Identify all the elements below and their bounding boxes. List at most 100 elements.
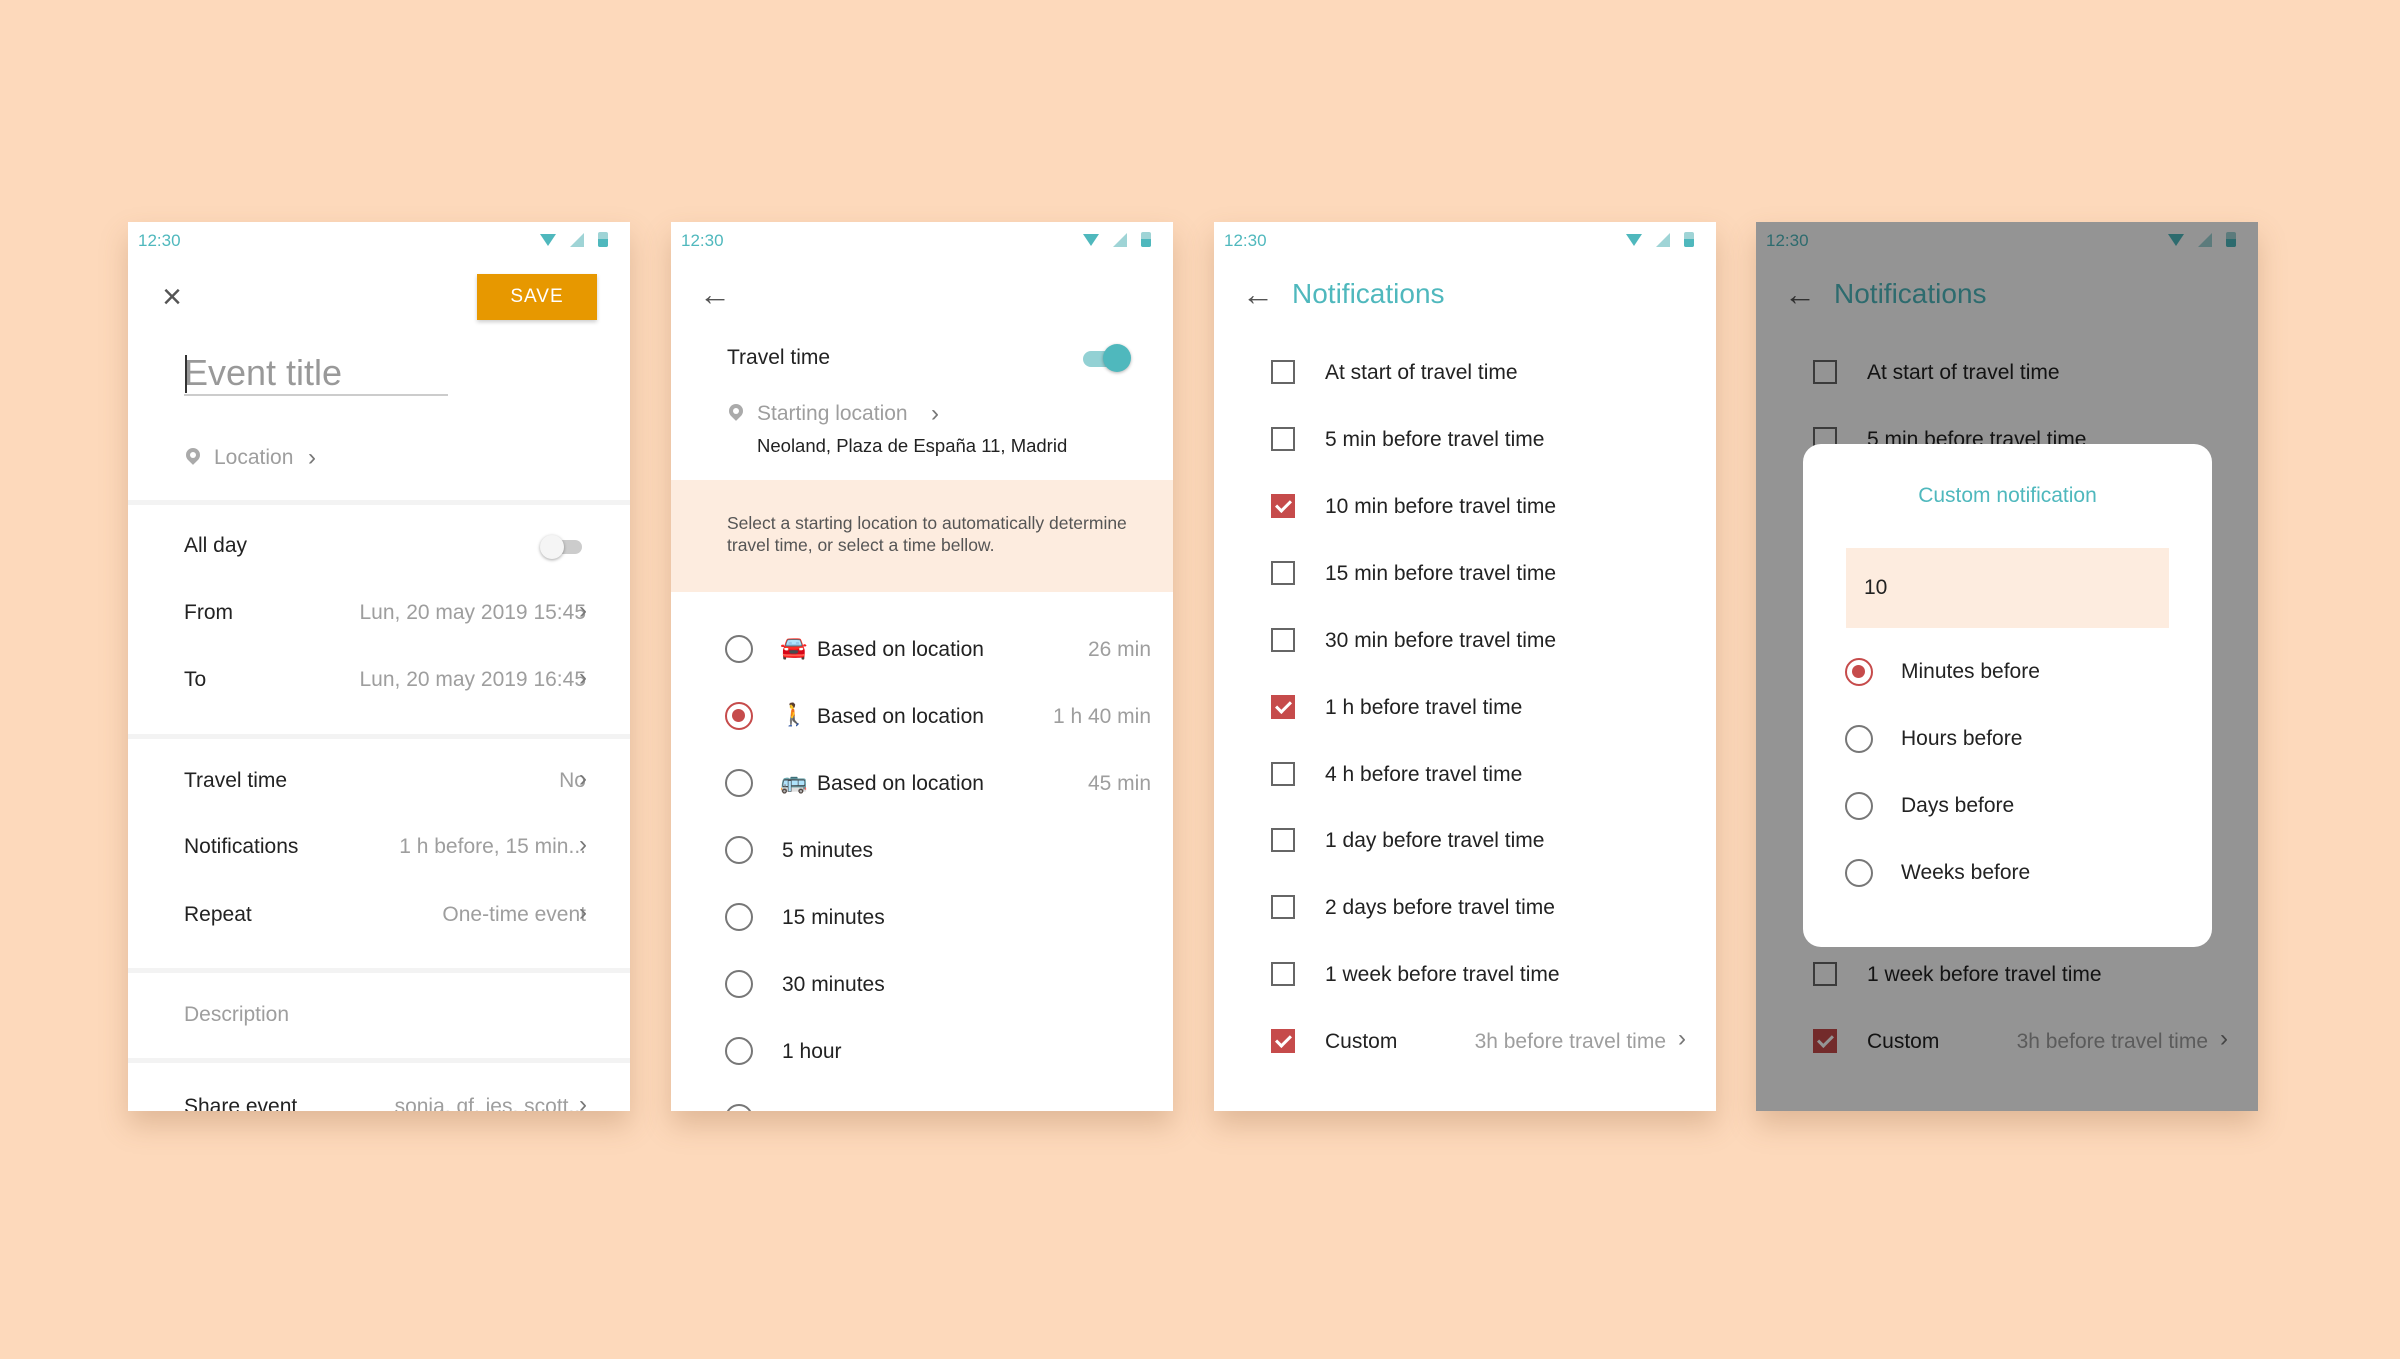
hint-text: Select a starting location to automatica… <box>727 513 1127 555</box>
notification-option[interactable]: 10 min before travel time <box>1214 485 1716 527</box>
chevron-right-icon: › <box>579 831 587 858</box>
status-time: 12:30 <box>681 231 724 250</box>
notification-option-custom[interactable]: Custom 3h before travel time › <box>1214 1020 1716 1062</box>
travel-time-row[interactable]: Travel time No › <box>128 758 630 802</box>
notification-option[interactable]: At start of travel time <box>1214 351 1716 393</box>
checkbox[interactable] <box>1271 628 1295 652</box>
hint-box: Select a starting location to automatica… <box>671 480 1173 592</box>
signal-icon <box>1656 233 1670 247</box>
status-bar: 12:30 <box>128 222 630 258</box>
chevron-right-icon: › <box>579 765 587 792</box>
travel-time-label: Travel time <box>184 769 288 792</box>
starting-location-button[interactable]: Starting location › <box>727 400 967 432</box>
checkbox-checked[interactable] <box>1271 1029 1295 1053</box>
radio-button[interactable] <box>725 1037 753 1065</box>
from-label: From <box>184 601 233 624</box>
radio-button-selected[interactable] <box>725 702 753 730</box>
radio-button[interactable] <box>1845 792 1873 820</box>
checkbox[interactable] <box>1271 360 1295 384</box>
back-arrow-icon[interactable]: ← <box>1236 272 1280 316</box>
back-arrow-icon[interactable]: ← <box>693 272 737 316</box>
repeat-value: One-time event <box>442 903 586 926</box>
radio-button[interactable] <box>725 836 753 864</box>
radio-button[interactable] <box>725 1104 753 1111</box>
unit-option[interactable]: Hours before <box>1803 717 2212 759</box>
travel-option[interactable]: 15 minutes <box>671 894 1173 940</box>
chevron-right-icon: › <box>579 1091 587 1111</box>
travel-option[interactable]: 🚌 Based on location 45 min <box>671 760 1173 806</box>
checkbox[interactable] <box>1271 895 1295 919</box>
to-value: Lun, 20 may 2019 16:45 <box>359 668 586 691</box>
option-label: Hours before <box>1901 727 2023 750</box>
option-label: 15 min before travel time <box>1325 562 1557 585</box>
option-label: Weeks before <box>1901 861 2031 884</box>
location-pin-icon <box>729 404 743 422</box>
radio-button-selected[interactable] <box>1845 658 1873 686</box>
share-event-row[interactable]: Share event sonia, qf, ies, scott... › <box>128 1084 630 1111</box>
notification-option[interactable]: 30 min before travel time <box>1214 619 1716 661</box>
from-row[interactable]: From Lun, 20 may 2019 15:45 › <box>128 590 630 634</box>
radio-button[interactable] <box>725 970 753 998</box>
option-label: 5 min before travel time <box>1325 428 1545 451</box>
notification-option[interactable]: 1 h before travel time <box>1214 686 1716 728</box>
radio-button[interactable] <box>725 635 753 663</box>
radio-button[interactable] <box>1845 859 1873 887</box>
travel-option[interactable]: 🚶 Based on location 1 h 40 min <box>671 693 1173 739</box>
notification-option[interactable]: 4 h before travel time <box>1214 753 1716 795</box>
checkbox[interactable] <box>1271 962 1295 986</box>
option-label: Minutes before <box>1901 660 2040 683</box>
unit-option[interactable]: Minutes before <box>1803 650 2212 692</box>
custom-amount-input[interactable] <box>1846 548 2169 628</box>
checkbox-checked[interactable] <box>1271 494 1295 518</box>
repeat-row[interactable]: Repeat One-time event › <box>128 892 630 936</box>
walk-icon: 🚶 <box>780 702 808 727</box>
notification-option[interactable]: 1 week before travel time <box>1214 953 1716 995</box>
travel-option[interactable]: 30 minutes <box>671 961 1173 1007</box>
repeat-label: Repeat <box>184 903 252 926</box>
travel-time-toggle[interactable] <box>1083 343 1133 373</box>
option-label: 15 minutes <box>782 906 885 929</box>
status-time: 12:30 <box>138 231 181 250</box>
option-label: Days before <box>1901 794 2015 817</box>
notifications-row[interactable]: Notifications 1 h before, 15 min... › <box>128 824 630 868</box>
radio-button[interactable] <box>725 903 753 931</box>
unit-option[interactable]: Weeks before <box>1803 851 2212 893</box>
option-label: 5 minutes <box>782 839 874 862</box>
description-field[interactable]: Description <box>184 1003 289 1027</box>
travel-option[interactable]: 🚘 Based on location 26 min <box>671 626 1173 672</box>
save-button[interactable]: SAVE <box>477 274 597 320</box>
checkbox[interactable] <box>1271 561 1295 585</box>
all-day-toggle[interactable] <box>540 534 584 559</box>
option-label: 1 day before travel time <box>1325 829 1545 852</box>
radio-button[interactable] <box>1845 725 1873 753</box>
notification-option[interactable]: 2 days before travel time <box>1214 886 1716 928</box>
status-bar: 12:30 <box>1214 222 1716 258</box>
to-row[interactable]: To Lun, 20 may 2019 16:45 › <box>128 657 630 701</box>
checkbox[interactable] <box>1271 427 1295 451</box>
share-event-label: Share event <box>184 1095 298 1111</box>
travel-option-partial[interactable] <box>671 1095 1173 1111</box>
unit-option[interactable]: Days before <box>1803 784 2212 826</box>
notification-option[interactable]: 5 min before travel time <box>1214 418 1716 460</box>
location-pin-icon <box>186 448 200 466</box>
checkbox[interactable] <box>1271 828 1295 852</box>
travel-option[interactable]: 1 hour <box>671 1028 1173 1074</box>
location-button[interactable]: Location › <box>184 444 344 476</box>
all-day-label: All day <box>184 534 248 557</box>
notification-option[interactable]: 15 min before travel time <box>1214 552 1716 594</box>
from-value: Lun, 20 may 2019 15:45 <box>359 601 586 624</box>
battery-icon <box>1684 232 1694 247</box>
divider <box>128 968 630 973</box>
travel-option[interactable]: 5 minutes <box>671 827 1173 873</box>
checkbox[interactable] <box>1271 762 1295 786</box>
wifi-icon <box>540 234 556 246</box>
event-title-input[interactable] <box>184 352 448 396</box>
option-label: Custom <box>1325 1030 1398 1053</box>
chevron-right-icon: › <box>579 899 587 926</box>
notification-option[interactable]: 1 day before travel time <box>1214 819 1716 861</box>
checkbox-checked[interactable] <box>1271 695 1295 719</box>
radio-button[interactable] <box>725 769 753 797</box>
close-icon[interactable]: × <box>152 277 192 317</box>
new-event-screen: 12:30 × SAVE Location › All day From Lun… <box>128 222 630 1111</box>
starting-location-label: Starting location <box>757 402 908 425</box>
